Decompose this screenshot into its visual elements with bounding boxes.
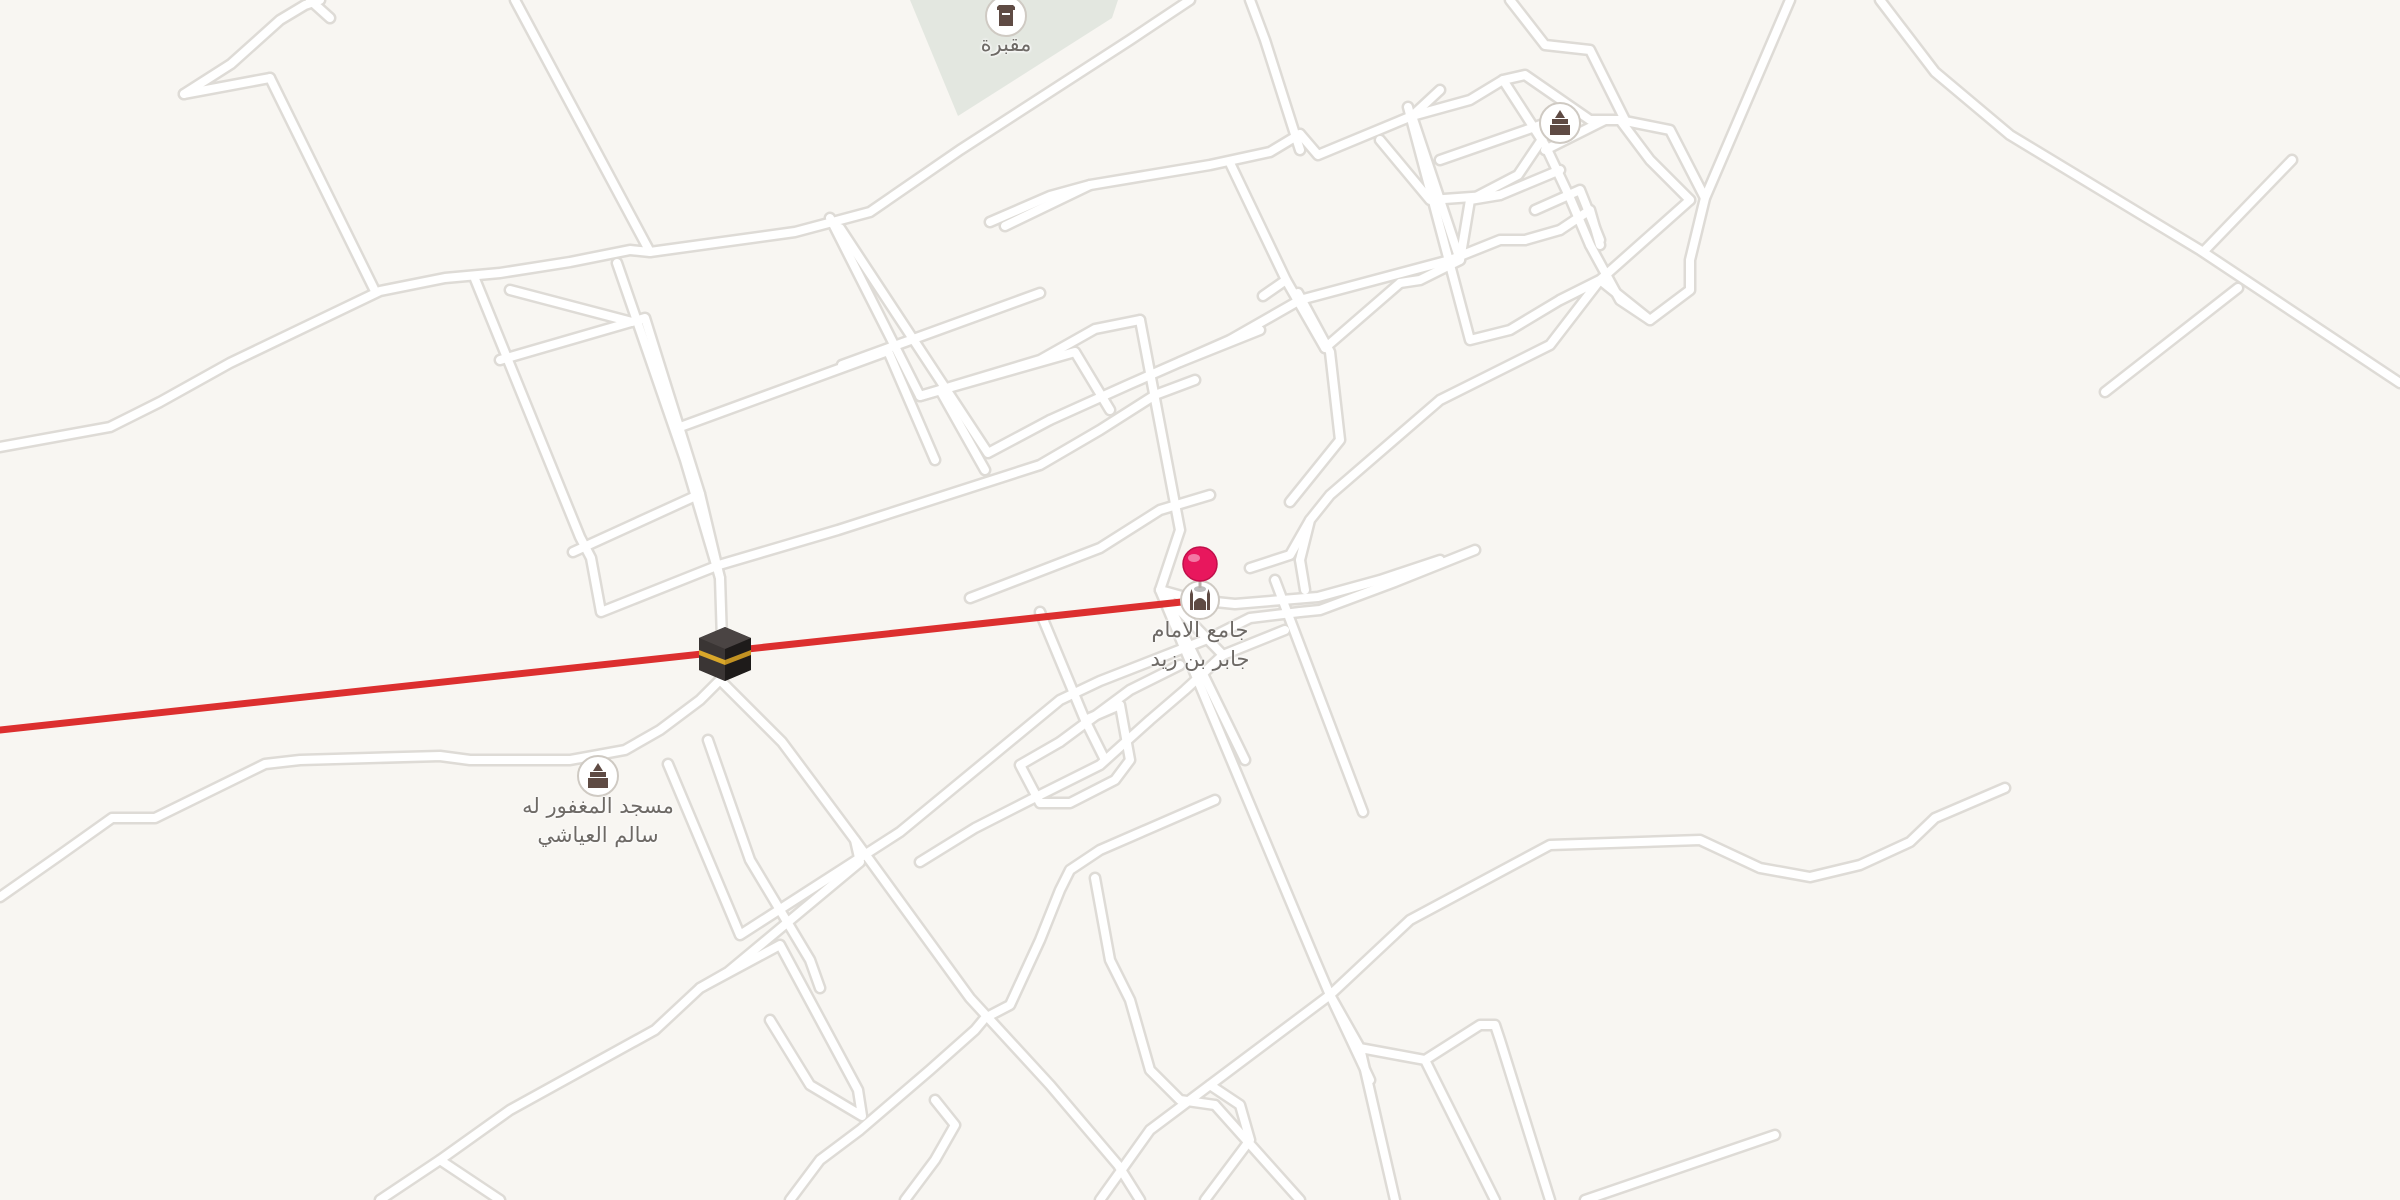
- road: [1296, 276, 1604, 564]
- road-casing: [833, 221, 1057, 460]
- map-canvas[interactable]: [0, 0, 2400, 1200]
- cemetery-label: مقبرة: [980, 32, 1032, 56]
- road: [1246, 0, 1304, 154]
- mosque-imam-jabir-label-line2: جابر بن زيد: [1150, 647, 1250, 671]
- road-casing: [1323, 781, 2012, 1002]
- road: [1581, 1131, 1779, 1200]
- mosque-salim-label-line1: مسجد المغفور له: [522, 794, 674, 818]
- road-casing: [373, 833, 867, 1200]
- mosque-northeast-poi[interactable]: [1539, 102, 1581, 144]
- mosque-imam-jabir-label: جامع الامام جابر بن زيد: [1110, 616, 1290, 674]
- road: [266, 74, 379, 295]
- cemetery-icon: [997, 5, 1015, 26]
- road: [1421, 1056, 1499, 1200]
- qibla-route-line: [0, 596, 1204, 734]
- road: [836, 224, 1054, 457]
- road: [1286, 289, 1344, 506]
- road-casing: [1873, 0, 2400, 390]
- road: [1211, 1101, 1304, 1200]
- mosque-salim-label: مسجد المغفور له سالم العياشي: [488, 792, 708, 850]
- road: [1086, 130, 1304, 189]
- road: [1096, 1081, 1214, 1200]
- road: [2201, 156, 2296, 254]
- road: [2101, 284, 2242, 396]
- mosque-salim-poi[interactable]: [577, 755, 619, 797]
- road: [1091, 874, 1219, 1109]
- kaaba-icon[interactable]: [699, 627, 751, 681]
- mosque-salim-label-line2: سالم العياشي: [537, 823, 659, 847]
- road: [1596, 276, 1654, 324]
- road: [436, 1156, 504, 1200]
- road: [511, 0, 654, 256]
- road-casing: [1293, 273, 1607, 567]
- road: [696, 941, 866, 1120]
- road: [1296, 556, 1309, 594]
- road: [1521, 226, 1564, 244]
- road: [1356, 1044, 1399, 1200]
- road: [986, 181, 1094, 226]
- road: [1326, 784, 2009, 999]
- mosque-imam-jabir-label-line1: جامع الامام: [1151, 618, 1249, 642]
- road: [506, 286, 636, 326]
